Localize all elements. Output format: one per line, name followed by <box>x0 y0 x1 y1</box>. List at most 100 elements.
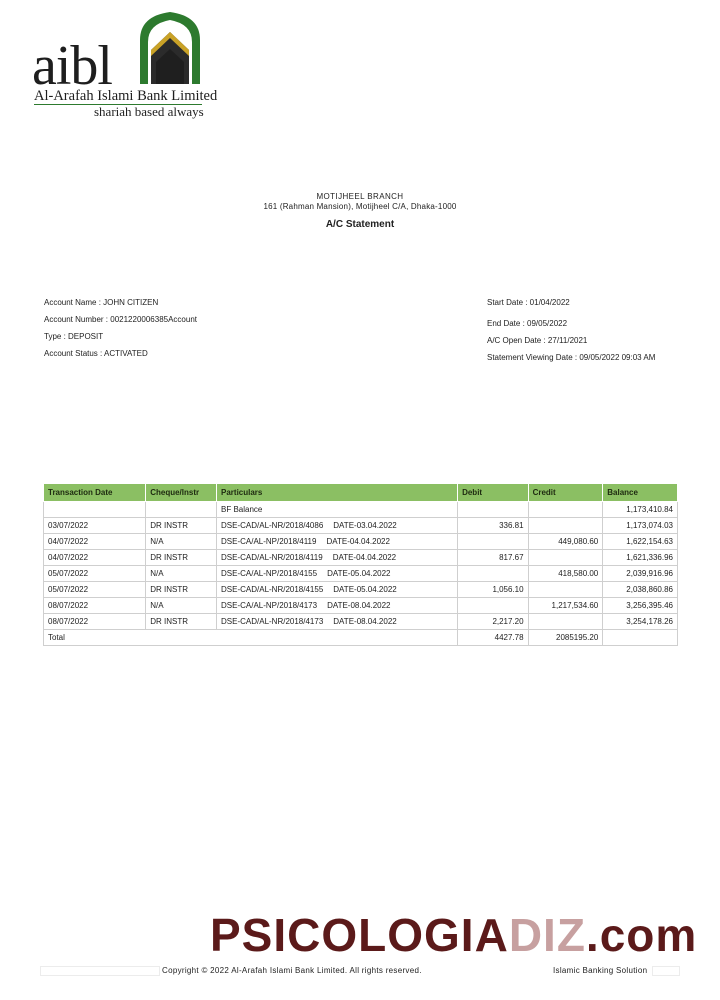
transactions-table: Transaction Date Cheque/Instr Particular… <box>42 483 678 646</box>
cell-date: 05/07/2022 <box>42 581 147 598</box>
col-debit: Debit <box>457 483 529 502</box>
cell-credit <box>527 517 604 534</box>
logo-bank-name: Al-Arafah Islami Bank Limited <box>34 88 218 104</box>
cell-credit: 418,580.00 <box>527 565 604 582</box>
cell-cheque: N/A <box>145 565 217 582</box>
particulars-date: DATE-05.04.2022 <box>327 569 391 578</box>
cell-particulars: DSE-CA/AL-NP/2018/4155 DATE-05.04.2022 <box>215 565 459 582</box>
cell-cheque: DR INSTR <box>145 581 217 598</box>
cell-debit <box>457 501 529 518</box>
cell-date: 05/07/2022 <box>42 565 147 582</box>
cell-particulars: BF Balance <box>215 501 459 518</box>
particulars-text: DSE-CAD/AL-NR/2018/4086 <box>221 521 324 530</box>
cell-debit <box>457 565 529 582</box>
cell-particulars: DSE-CAD/AL-NR/2018/4155 DATE-05.04.2022 <box>215 581 459 598</box>
footer-left-box <box>40 966 160 976</box>
cell-debit: 336.81 <box>457 517 529 534</box>
cell-credit <box>527 501 604 518</box>
logo-tagline: shariah based always <box>94 104 204 119</box>
cell-cheque <box>145 501 217 518</box>
watermark-suffix: .com <box>585 909 698 961</box>
particulars-text: DSE-CAD/AL-NR/2018/4173 <box>221 617 324 626</box>
account-number: Account Number : 0021220006385Account <box>44 315 197 324</box>
cell-credit <box>527 613 604 630</box>
cell-balance: 2,039,916.96 <box>602 565 678 582</box>
col-particulars: Particulars <box>215 483 459 502</box>
cell-cheque: DR INSTR <box>145 517 217 534</box>
watermark-dim: DIZ <box>508 909 586 961</box>
footer-solution: Islamic Banking Solution <box>553 966 648 975</box>
cell-cheque: N/A <box>145 533 217 550</box>
col-cheque-instr: Cheque/Instr <box>145 483 217 502</box>
table-row: BF Balance 1,173,410.84 <box>42 501 678 518</box>
particulars-text: BF Balance <box>221 505 263 514</box>
total-label: Total <box>42 629 459 646</box>
particulars-date: DATE-04.04.2022 <box>332 553 397 562</box>
cell-debit <box>457 597 529 614</box>
cell-particulars: DSE-CAD/AL-NR/2018/4173 DATE-08.04.2022 <box>215 613 459 630</box>
cell-date: 04/07/2022 <box>42 549 147 566</box>
cell-debit: 1,056.10 <box>457 581 529 598</box>
cell-balance: 1,173,410.84 <box>602 501 678 518</box>
col-balance: Balance <box>602 483 678 502</box>
cell-balance: 1,622,154.63 <box>602 533 678 550</box>
account-status: Account Status : ACTIVATED <box>44 349 148 358</box>
logo-wordmark: aibl <box>32 35 113 97</box>
particulars-text: DSE-CA/AL-NP/2018/4119 <box>221 537 317 546</box>
table-row: 04/07/2022 DR INSTR DSE-CAD/AL-NR/2018/4… <box>42 549 678 566</box>
open-date: A/C Open Date : 27/11/2021 <box>487 336 588 345</box>
particulars-text: DSE-CAD/AL-NR/2018/4155 <box>221 585 324 594</box>
particulars-date: DATE-08.04.2022 <box>333 617 397 626</box>
cell-debit: 817.67 <box>457 549 529 566</box>
cell-cheque: N/A <box>145 597 217 614</box>
table-row: 05/07/2022 DR INSTR DSE-CAD/AL-NR/2018/4… <box>42 581 678 598</box>
viewing-date: Statement Viewing Date : 09/05/2022 09:0… <box>487 353 656 362</box>
cell-particulars: DSE-CAD/AL-NR/2018/4086 DATE-03.04.2022 <box>215 517 459 534</box>
cell-date: 08/07/2022 <box>42 597 147 614</box>
table-row: 08/07/2022 DR INSTR DSE-CAD/AL-NR/2018/4… <box>42 613 678 630</box>
cell-credit <box>527 581 604 598</box>
cell-date: 08/07/2022 <box>42 613 147 630</box>
bank-logo: aibl Al-Arafah Islami Bank Limited shari… <box>32 10 232 120</box>
cell-particulars: DSE-CA/AL-NP/2018/4173 DATE-08.04.2022 <box>215 597 459 614</box>
total-balance-empty <box>602 629 678 646</box>
particulars-text: DSE-CA/AL-NP/2018/4155 <box>221 569 318 578</box>
table-header-row: Transaction Date Cheque/Instr Particular… <box>42 483 678 502</box>
branch-address: 161 (Rahman Mansion), Motijheel C/A, Dha… <box>263 202 457 211</box>
account-type: Type : DEPOSIT <box>44 332 104 341</box>
cell-debit <box>457 533 529 550</box>
table-row: 08/07/2022 N/A DSE-CA/AL-NP/2018/4173 DAT… <box>42 597 678 614</box>
kaaba-arch-icon <box>140 12 200 84</box>
particulars-date: DATE-04.04.2022 <box>326 537 390 546</box>
footer-copyright: Copyright © 2022 Al-Arafah Islami Bank L… <box>162 966 422 975</box>
total-credit: 2085195.20 <box>527 629 604 646</box>
total-row: Total 4427.78 2085195.20 <box>42 629 678 646</box>
cell-particulars: DSE-CA/AL-NP/2018/4119 DATE-04.04.2022 <box>215 533 459 550</box>
watermark: PSICOLOGIADIZ.com <box>210 908 697 962</box>
particulars-date: DATE-03.04.2022 <box>333 521 397 530</box>
cell-balance: 3,256,395.46 <box>602 597 678 614</box>
total-debit: 4427.78 <box>457 629 529 646</box>
cell-date: 03/07/2022 <box>42 517 147 534</box>
cell-credit: 449,080.60 <box>527 533 604 550</box>
cell-debit: 2,217.20 <box>457 613 529 630</box>
table-row: 04/07/2022 N/A DSE-CA/AL-NP/2018/4119 DAT… <box>42 533 678 550</box>
cell-balance: 3,254,178.26 <box>602 613 678 630</box>
cell-balance: 1,173,074.03 <box>602 517 678 534</box>
particulars-text: DSE-CA/AL-NP/2018/4173 <box>221 601 318 610</box>
cell-credit: 1,217,534.60 <box>527 597 604 614</box>
table-row: 03/07/2022 DR INSTR DSE-CAD/AL-NR/2018/4… <box>42 517 678 534</box>
end-date: End Date : 09/05/2022 <box>487 319 568 328</box>
branch-name: MOTIJHEEL BRANCH <box>316 192 404 201</box>
table-row: 05/07/2022 N/A DSE-CA/AL-NP/2018/4155 DAT… <box>42 565 678 582</box>
particulars-date: DATE-08.04.2022 <box>327 601 391 610</box>
watermark-main: PSICOLOGIA <box>210 909 509 961</box>
col-credit: Credit <box>527 483 604 502</box>
account-name: Account Name : JOHN CITIZEN <box>44 298 159 307</box>
start-date: Start Date : 01/04/2022 <box>487 298 570 307</box>
cell-date <box>42 501 147 518</box>
cell-credit <box>527 549 604 566</box>
cell-cheque: DR INSTR <box>145 549 217 566</box>
col-transaction-date: Transaction Date <box>42 483 147 502</box>
cell-balance: 1,621,336.96 <box>602 549 678 566</box>
